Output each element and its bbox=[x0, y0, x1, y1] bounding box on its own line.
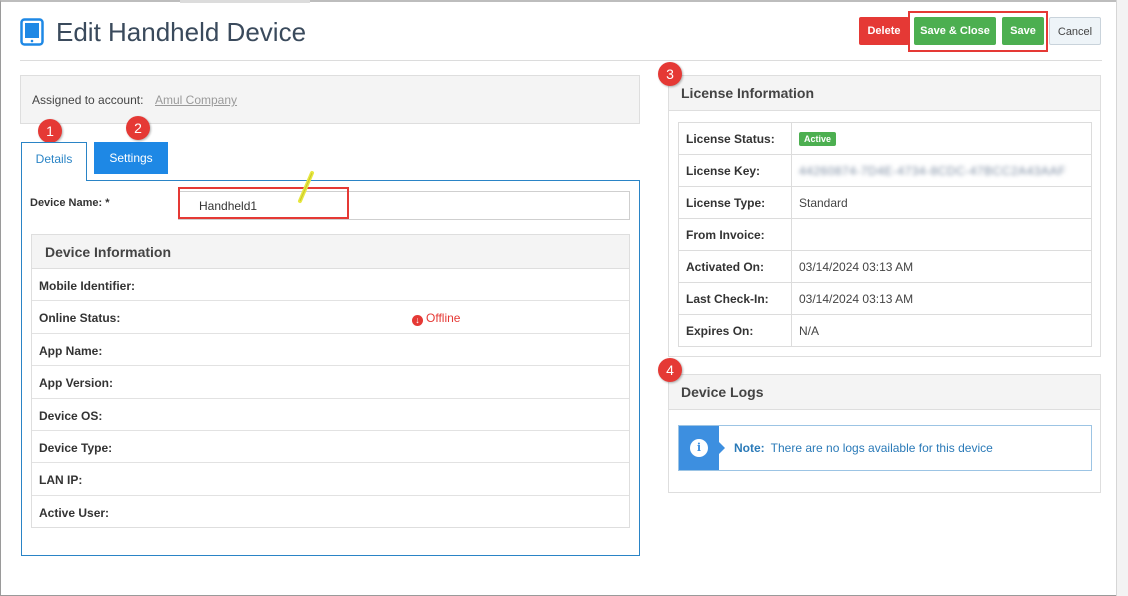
top-tab-strip bbox=[180, 0, 310, 3]
table-row: License Status: Active bbox=[678, 122, 1092, 155]
page-title: Edit Handheld Device bbox=[56, 17, 307, 47]
license-value: Standard bbox=[791, 186, 1092, 219]
device-logs-title: Device Logs bbox=[669, 375, 1100, 410]
callout-badge-4: 4 bbox=[658, 358, 682, 382]
note-message: Note: There are no logs available for thi… bbox=[734, 441, 993, 455]
license-value: Active bbox=[791, 122, 1092, 155]
license-key-value: 44260874-7D4E-4734-8CDC-47BCC2A43AAF bbox=[799, 163, 1066, 178]
info-row-mobile-identifier: Mobile Identifier: bbox=[32, 269, 629, 302]
highlighter-pen-icon bbox=[298, 171, 314, 203]
license-table: License Status: Active License Key: 4426… bbox=[678, 122, 1092, 347]
info-row-online-status: Online Status: ↓ Offline bbox=[32, 301, 629, 334]
info-label: Device Type: bbox=[39, 440, 113, 455]
license-value: N/A bbox=[791, 314, 1092, 347]
no-logs-note: i Note: There are no logs available for t… bbox=[678, 425, 1092, 471]
info-row-app-version: App Version: bbox=[32, 366, 629, 399]
arrow-down-circle-icon: ↓ bbox=[412, 315, 423, 327]
callout-badge-1: 1 bbox=[38, 119, 62, 143]
callout-badge-2: 2 bbox=[126, 116, 150, 140]
info-label: App Version: bbox=[39, 376, 114, 391]
note-accent: i bbox=[679, 426, 719, 470]
tablet-icon bbox=[20, 18, 44, 46]
highlight-save-buttons bbox=[908, 11, 1048, 52]
info-icon: i bbox=[690, 439, 708, 457]
device-name-label: Device Name: * bbox=[30, 197, 110, 209]
assigned-account-label: Assigned to account: bbox=[32, 93, 144, 107]
assigned-account-panel: Assigned to account: Amul Company bbox=[20, 75, 640, 124]
license-information-title: License Information bbox=[669, 76, 1100, 111]
assigned-account-link[interactable]: Amul Company bbox=[155, 93, 237, 107]
info-label: Online Status: bbox=[39, 311, 121, 326]
info-label: Device OS: bbox=[39, 408, 103, 423]
license-label: License Status: bbox=[678, 122, 792, 155]
offline-text: Offline bbox=[426, 311, 461, 326]
cancel-button[interactable]: Cancel bbox=[1049, 17, 1101, 45]
highlight-device-name bbox=[178, 187, 349, 219]
tab-settings[interactable]: Settings bbox=[94, 142, 168, 174]
license-information-panel: License Information License Status: Acti… bbox=[668, 75, 1101, 357]
table-row: From Invoice: bbox=[678, 218, 1092, 251]
info-label: Mobile Identifier: bbox=[39, 279, 135, 293]
table-row: Last Check-In: 03/14/2024 03:13 AM bbox=[678, 282, 1092, 315]
info-row-device-type: Device Type: bbox=[32, 431, 629, 464]
note-arrow bbox=[719, 442, 725, 454]
device-logs-panel: Device Logs i Note: There are no logs ava… bbox=[668, 374, 1101, 493]
license-value: 03/14/2024 03:13 AM bbox=[791, 250, 1092, 283]
status-badge: Active bbox=[799, 132, 837, 146]
table-row: Expires On: N/A bbox=[678, 314, 1092, 347]
delete-button[interactable]: Delete bbox=[859, 17, 909, 45]
license-label: License Key: bbox=[678, 154, 792, 187]
license-value: 03/14/2024 03:13 AM bbox=[791, 282, 1092, 315]
table-row: License Key: 44260874-7D4E-4734-8CDC-47B… bbox=[678, 154, 1092, 187]
tab-details[interactable]: Details bbox=[21, 142, 87, 181]
license-label: Expires On: bbox=[678, 314, 792, 347]
note-label: Note: bbox=[734, 441, 765, 455]
scrollbar-gutter[interactable] bbox=[1116, 0, 1128, 596]
license-value: 44260874-7D4E-4734-8CDC-47BCC2A43AAF bbox=[791, 154, 1092, 187]
table-row: License Type: Standard bbox=[678, 186, 1092, 219]
license-label: Activated On: bbox=[678, 250, 792, 283]
online-status-value: ↓ Offline bbox=[412, 311, 461, 327]
title-divider bbox=[20, 60, 1102, 61]
callout-badge-3: 3 bbox=[658, 62, 682, 86]
device-information-title: Device Information bbox=[32, 235, 629, 269]
info-row-device-os: Device OS: bbox=[32, 399, 629, 431]
license-value bbox=[791, 218, 1092, 251]
info-label: LAN IP: bbox=[39, 473, 83, 488]
device-information-panel: Device Information Mobile Identifier: On… bbox=[31, 234, 630, 528]
note-text: There are no logs available for this dev… bbox=[770, 441, 993, 455]
license-label: License Type: bbox=[678, 186, 792, 219]
info-row-active-user: Active User: bbox=[32, 496, 629, 528]
info-label: App Name: bbox=[39, 343, 103, 358]
info-label: Active User: bbox=[39, 505, 110, 520]
license-label: Last Check-In: bbox=[678, 282, 792, 315]
license-label: From Invoice: bbox=[678, 218, 792, 251]
info-row-lan-ip: LAN IP: bbox=[32, 463, 629, 496]
table-row: Activated On: 03/14/2024 03:13 AM bbox=[678, 250, 1092, 283]
info-row-app-name: App Name: bbox=[32, 334, 629, 367]
